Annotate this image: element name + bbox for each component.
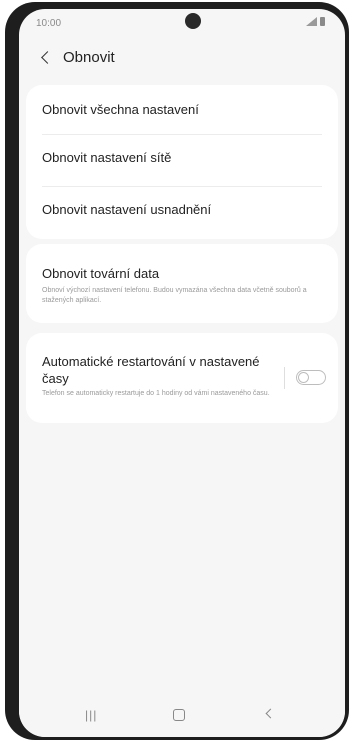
factory-reset-description: Obnoví výchozí nastavení telefonu. Budou…: [42, 287, 307, 304]
toggle-divider: [284, 367, 285, 389]
toggle-knob: [298, 371, 309, 383]
home-icon[interactable]: [173, 709, 185, 721]
reset-all-settings-label: Obnovit všechna nastavení: [42, 102, 199, 117]
phone-frame: 10:00 Obnovit Obnovit všechna nastavení …: [5, 2, 349, 740]
signal-icon: [305, 17, 317, 26]
app-header: Obnovit: [19, 45, 345, 75]
factory-reset-card[interactable]: Obnovit tovární data Obnoví výchozí nast…: [26, 244, 338, 323]
reset-network-settings-label: Obnovit nastavení sítě: [42, 150, 172, 165]
page-title: Obnovit: [63, 49, 115, 66]
reset-options-card: Obnovit všechna nastavení Obnovit nastav…: [26, 85, 338, 239]
status-icons: [305, 17, 325, 26]
screen: 10:00 Obnovit Obnovit všechna nastavení …: [19, 9, 345, 737]
auto-restart-description: Telefon se automaticky restartuje do 1 h…: [42, 390, 270, 397]
reset-accessibility-settings-item[interactable]: Obnovit nastavení usnadnění: [26, 187, 338, 239]
navigation-bar: |||: [19, 697, 345, 737]
back-icon[interactable]: [41, 51, 54, 64]
factory-reset-title: Obnovit tovární data: [42, 266, 160, 281]
reset-all-settings-item[interactable]: Obnovit všechna nastavení: [26, 85, 338, 133]
auto-restart-toggle[interactable]: [296, 370, 326, 385]
status-bar: 10:00: [19, 9, 345, 37]
reset-network-settings-item[interactable]: Obnovit nastavení sítě: [26, 135, 338, 183]
battery-icon: [320, 17, 325, 26]
status-time: 10:00: [36, 18, 62, 29]
auto-restart-card[interactable]: Automatické restartování v nastavené čas…: [26, 333, 338, 423]
recent-apps-icon[interactable]: |||: [85, 708, 97, 722]
auto-restart-title: Automatické restartování v nastavené čas…: [42, 354, 260, 386]
reset-accessibility-settings-label: Obnovit nastavení usnadnění: [42, 202, 212, 217]
front-camera: [185, 13, 201, 29]
back-nav-icon[interactable]: [265, 708, 276, 719]
